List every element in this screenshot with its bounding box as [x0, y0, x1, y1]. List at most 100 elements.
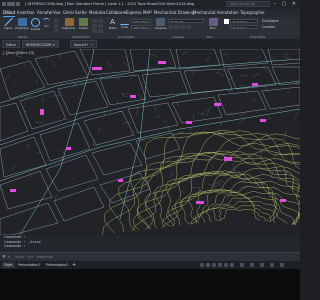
fullscreen-icon[interactable]: [270, 263, 274, 267]
isolate-icon[interactable]: [260, 263, 264, 267]
lineweight-value[interactable]: DuCalque: [262, 19, 279, 23]
ribbon-tabs: Début Insertion Annoter Vue Gérer Sortie…: [0, 9, 300, 17]
polar-icon[interactable]: [218, 263, 222, 267]
annotation-scale-icon[interactable]: [240, 263, 244, 267]
lineweight-icon[interactable]: [230, 263, 234, 267]
mirror-icon[interactable]: [92, 24, 97, 28]
linetype-value[interactable]: Continu: [262, 25, 275, 29]
move-button[interactable]: Déplacer: [62, 18, 76, 30]
tab-vue[interactable]: Vue: [53, 10, 60, 16]
parcel-line: [263, 66, 269, 74]
grid-icon[interactable]: [200, 263, 204, 267]
viewport-controls[interactable]: [-][Haut][Filaire 2D]: [3, 51, 34, 55]
plus-icon[interactable]: +: [90, 43, 93, 47]
parcel-line: [107, 60, 112, 69]
open-file-icon[interactable]: [11, 2, 15, 6]
layer-properties-button[interactable]: Calques: [154, 18, 167, 30]
parcel-line: [204, 91, 208, 96]
snap-icon[interactable]: [206, 263, 210, 267]
polyline-icon: [17, 18, 27, 26]
dimension-button[interactable]: Cote: [119, 18, 130, 29]
trim-icon[interactable]: [98, 19, 103, 23]
customize-icon[interactable]: [280, 263, 284, 267]
new-file-icon[interactable]: [6, 2, 11, 6]
contour-lines: [102, 130, 300, 235]
app-menu-icon[interactable]: [2, 2, 6, 6]
layer-dropdown[interactable]: Calque0: [168, 19, 204, 23]
tab-express[interactable]: Express: [126, 10, 142, 16]
line-icon: [3, 18, 13, 26]
contour-line: [218, 205, 266, 222]
scale-icon[interactable]: [98, 29, 103, 33]
color-dropdown[interactable]: DuCalque: [230, 19, 258, 23]
parcel-line: [225, 52, 230, 58]
doc-tab-drawing1[interactable]: Dessin1* +: [70, 40, 97, 48]
tab-mechanical-annotation[interactable]: Mechanical Annotation: [193, 10, 239, 16]
rotate-icon[interactable]: [92, 19, 97, 23]
contour-line: [212, 201, 271, 222]
parcel-line: [185, 179, 190, 182]
search-input[interactable]: [226, 1, 270, 7]
move-icon: [64, 18, 74, 26]
window-controls[interactable]: – ▢ ✕: [273, 1, 298, 8]
parcel-line: [269, 172, 274, 179]
tab-modules[interactable]: Modules: [89, 10, 106, 16]
add-layout-icon[interactable]: +: [72, 262, 76, 268]
layout1-tab[interactable]: Présentation1: [16, 262, 42, 268]
line-button[interactable]: Ligne: [2, 18, 14, 30]
osnap-icon[interactable]: [224, 263, 228, 267]
model-tab[interactable]: Objet: [2, 262, 15, 268]
copy-button[interactable]: Copier: [77, 18, 90, 30]
text-style-dropdown[interactable]: Standard: [131, 19, 151, 23]
text-button[interactable]: A Texte: [107, 18, 118, 30]
parcel-line: [206, 107, 211, 116]
parcel-line: [258, 89, 263, 95]
parcel-line: [27, 144, 30, 150]
tab-mechanical-drawing[interactable]: Mechanical Drawing: [154, 10, 194, 16]
linetype-dropdown[interactable]: DuCalque: [230, 25, 258, 29]
stretch-icon[interactable]: [92, 29, 97, 33]
tab-debut[interactable]: Début: [3, 10, 16, 17]
polyline-button[interactable]: Polyligne: [15, 18, 29, 30]
layer-off-icon[interactable]: [168, 25, 173, 29]
drawing-canvas[interactable]: [-][Haut][Filaire 2D]: [0, 49, 300, 235]
layer-match-icon[interactable]: [186, 25, 191, 29]
command-input[interactable]: [14, 254, 214, 260]
parcel-line: [36, 79, 38, 84]
parcel-line: [295, 79, 299, 85]
hatch-icon[interactable]: [54, 19, 58, 23]
circle-button[interactable]: Cercle: [30, 18, 41, 31]
arc-button[interactable]: Arc: [42, 18, 51, 28]
parcel-line: [70, 177, 75, 181]
tab-sortie[interactable]: Sortie: [75, 10, 87, 16]
tab-annoter[interactable]: Annoter: [37, 10, 53, 16]
tab-map[interactable]: MAP: [143, 10, 152, 16]
insert-block-button[interactable]: Bloc: [207, 18, 219, 30]
tab-insertion[interactable]: Insertion: [17, 10, 35, 16]
workspace-icon[interactable]: [250, 263, 254, 267]
color-swatch[interactable]: [224, 19, 229, 24]
doc-tab-start[interactable]: Début: [2, 40, 20, 48]
dim-style-dropdown[interactable]: Standard: [131, 25, 151, 29]
contour-line: [103, 130, 300, 234]
parcel-line: [16, 55, 24, 58]
tab-collaborer[interactable]: Collaborer: [106, 10, 127, 16]
rectangle-icon[interactable]: [54, 24, 58, 28]
close-icon[interactable]: ✕: [51, 43, 55, 47]
doc-tab-drawing[interactable]: INTERSECCION* ✕: [22, 40, 60, 48]
ortho-icon[interactable]: [212, 263, 216, 267]
layer-freeze-icon[interactable]: [174, 25, 179, 29]
fillet-icon[interactable]: [98, 24, 103, 28]
parcel-line: [23, 109, 27, 112]
layout2-tab[interactable]: Présentation2: [44, 262, 70, 268]
parcel-line: [273, 152, 278, 159]
close-icon[interactable]: ✕: [2, 254, 6, 261]
save-icon[interactable]: [15, 2, 20, 6]
layer-lock-icon[interactable]: [180, 25, 185, 29]
tab-gerer[interactable]: Gérer: [63, 10, 74, 16]
parcel-line: [169, 170, 174, 179]
parcel-line: [176, 135, 183, 142]
gradient-icon[interactable]: [54, 29, 58, 33]
tab-topographie[interactable]: Topographie: [240, 10, 264, 16]
parcel-line: [191, 187, 200, 189]
